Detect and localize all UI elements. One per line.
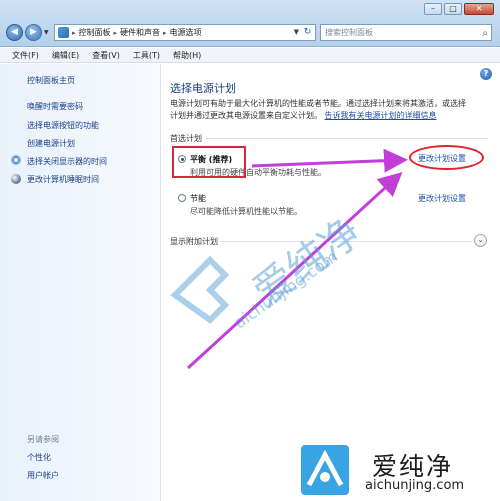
breadcrumb-hardware-sound[interactable]: 硬件和声音 [120, 27, 160, 38]
menu-view[interactable]: 查看(V) [92, 50, 120, 61]
divider [220, 241, 472, 242]
breadcrumb-control-panel[interactable]: 控制面板 [79, 27, 111, 38]
sidebar-item-power-buttons[interactable]: 选择电源按钮的功能 [27, 120, 99, 131]
title-bar: – □ ✕ ◀ ▶ ▼ ▸ 控制面板 ▸ 硬件和声音 ▸ 电源选项 ▼ ↻ 搜索… [0, 0, 500, 47]
address-bar[interactable]: ▸ 控制面板 ▸ 硬件和声音 ▸ 电源选项 ▼ [54, 24, 316, 41]
forward-button[interactable]: ▶ [25, 24, 42, 41]
plan-power-saver-name[interactable]: 节能 [190, 193, 206, 204]
divider [206, 138, 488, 139]
site-url: aichunjing.com [365, 478, 465, 493]
page-description: 电源计划可有助于最大化计算机的性能或者节能。通过选择计划来将其激活，或选择 计划… [170, 98, 490, 122]
arrow-to-change-settings [251, 148, 408, 173]
maximize-button[interactable]: □ [444, 3, 462, 15]
breadcrumb-power-options[interactable]: 电源选项 [170, 27, 202, 38]
sidebar-item-user-accounts[interactable]: 用户帐户 [27, 470, 59, 481]
arrow-from-bottom [186, 171, 403, 370]
address-dropdown-icon[interactable]: ▼ [294, 28, 299, 36]
plan-power-saver-change-settings-link[interactable]: 更改计划设置 [418, 193, 466, 204]
plan-power-saver-radio[interactable] [178, 194, 186, 202]
sidebar-item-personalization[interactable]: 个性化 [27, 452, 51, 463]
preferred-plans-heading: 首选计划 [170, 134, 202, 143]
chevron-right-icon: ▸ [72, 28, 76, 37]
power-plan-info-link[interactable]: 告诉我有关电源计划的详细信息 [325, 111, 437, 120]
sidebar-item-create-plan[interactable]: 创建电源计划 [27, 138, 75, 149]
refresh-icon[interactable]: ↻ [300, 25, 315, 40]
minimize-button[interactable]: – [424, 3, 442, 15]
back-button[interactable]: ◀ [6, 24, 23, 41]
close-button[interactable]: ✕ [464, 3, 494, 15]
watermark-brand: 爱纯净 [244, 209, 370, 316]
menu-bar: 文件(F) 编辑(E) 查看(V) 工具(T) 帮助(H) [0, 48, 500, 63]
search-icon[interactable]: ⌕ [482, 26, 488, 41]
sidebar-home-link[interactable]: 控制面板主页 [27, 75, 75, 86]
help-icon[interactable]: ? [480, 68, 492, 80]
recent-pages-dropdown[interactable]: ▼ [44, 29, 49, 36]
menu-file[interactable]: 文件(F) [12, 50, 39, 61]
show-additional-plans-label[interactable]: 显示附加计划 [170, 236, 218, 247]
window-controls: – □ ✕ [424, 3, 494, 15]
watermark-site: aichunjing.com [230, 246, 342, 333]
search-input[interactable]: 搜索控制面板 ⌕ [320, 24, 492, 41]
menu-edit[interactable]: 编辑(E) [52, 50, 79, 61]
search-placeholder: 搜索控制面板 [325, 28, 373, 37]
chevron-right-icon: ▸ [163, 28, 167, 37]
highlight-ellipse [409, 145, 484, 170]
see-also-heading: 另请参阅 [27, 435, 59, 444]
control-panel-icon [58, 27, 69, 38]
sidebar-item-display-off[interactable]: 选择关闭显示器的时间 [27, 156, 107, 167]
highlight-box [172, 146, 246, 178]
page-title: 选择电源计划 [170, 82, 236, 95]
plan-power-saver-description: 尽可能降低计算机性能以节能。 [190, 207, 302, 216]
description-line-2: 计划并通过更改其电源设置来自定义计划。 [170, 111, 322, 120]
moon-icon [11, 174, 21, 184]
chevron-down-icon[interactable]: ⌄ [474, 234, 487, 247]
site-logo-icon [301, 445, 349, 495]
chevron-right-icon: ▸ [113, 28, 118, 37]
watermark-logo-icon [170, 255, 230, 324]
description-line-1: 电源计划可有助于最大化计算机的性能或者节能。通过选择计划来将其激活，或选择 [170, 99, 466, 108]
sidebar-item-sleep-time[interactable]: 更改计算机睡眠时间 [27, 174, 99, 185]
watermark: 爱纯净 aichunjing.com [165, 200, 465, 350]
sidebar-item-wake-password[interactable]: 唤醒时需要密码 [27, 101, 83, 112]
display-icon [11, 155, 21, 165]
menu-tools[interactable]: 工具(T) [133, 50, 160, 61]
menu-help[interactable]: 帮助(H) [173, 50, 201, 61]
sidebar: 控制面板主页 唤醒时需要密码 选择电源按钮的功能 创建电源计划 选择关闭显示器的… [0, 64, 161, 501]
